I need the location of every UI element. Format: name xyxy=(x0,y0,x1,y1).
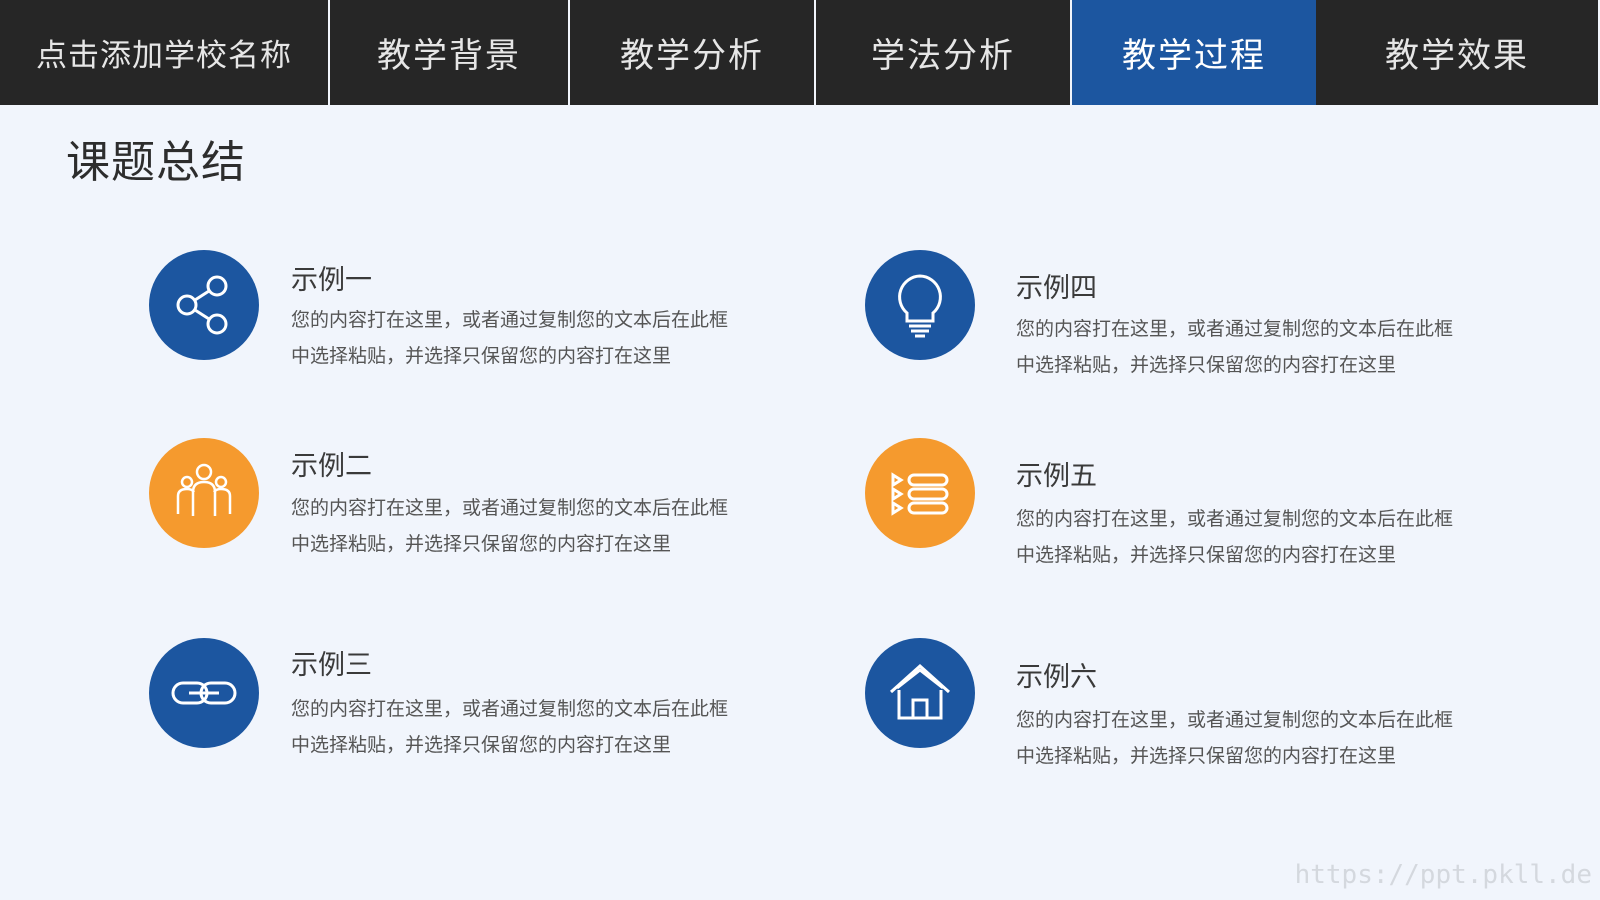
tab-teaching-effect[interactable]: 教学效果 xyxy=(1316,0,1600,105)
watermark: https://ppt.pkll.de xyxy=(1294,860,1592,890)
link-icon-badge xyxy=(149,638,259,748)
tab-teaching-analysis[interactable]: 教学分析 xyxy=(570,0,816,105)
item-desc-5: 您的内容打在这里，或者通过复制您的文本后在此框中选择粘贴，并选择只保留您的内容打… xyxy=(1016,508,1454,566)
item-title-3: 示例三 xyxy=(291,650,372,681)
item-desc-3: 您的内容打在这里，或者通过复制您的文本后在此框中选择粘贴，并选择只保留您的内容打… xyxy=(291,698,729,756)
item-title-4: 示例四 xyxy=(1016,273,1097,304)
item-desc-1: 您的内容打在这里，或者通过复制您的文本后在此框中选择粘贴，并选择只保留您的内容打… xyxy=(291,309,729,367)
list-icon xyxy=(891,472,949,516)
item-title-2: 示例二 xyxy=(291,451,372,482)
link-icon xyxy=(171,681,237,705)
lightbulb-icon-badge xyxy=(865,250,975,360)
tab-teaching-process[interactable]: 教学过程 xyxy=(1072,0,1316,105)
group-icon-badge xyxy=(149,438,259,548)
nav-school-name[interactable]: 点击添加学校名称 xyxy=(0,0,330,105)
share-icon xyxy=(176,275,228,335)
item-title-5: 示例五 xyxy=(1016,461,1097,492)
home-icon xyxy=(889,663,951,720)
item-title-6: 示例六 xyxy=(1016,662,1097,693)
list-icon-badge xyxy=(865,438,975,548)
item-desc-2: 您的内容打在这里，或者通过复制您的文本后在此框中选择粘贴，并选择只保留您的内容打… xyxy=(291,497,729,555)
top-nav: 点击添加学校名称 教学背景 教学分析 学法分析 教学过程 教学效果 xyxy=(0,0,1600,105)
home-icon-badge xyxy=(865,638,975,748)
item-desc-4: 您的内容打在这里，或者通过复制您的文本后在此框中选择粘贴，并选择只保留您的内容打… xyxy=(1016,318,1454,376)
page-title: 课题总结 xyxy=(66,137,246,188)
lightbulb-icon xyxy=(898,274,942,338)
tab-learning-analysis[interactable]: 学法分析 xyxy=(816,0,1072,105)
group-icon xyxy=(176,463,232,516)
item-desc-6: 您的内容打在这里，或者通过复制您的文本后在此框中选择粘贴，并选择只保留您的内容打… xyxy=(1016,709,1454,767)
item-title-1: 示例一 xyxy=(291,265,372,296)
share-icon-badge xyxy=(149,250,259,360)
tab-teaching-background[interactable]: 教学背景 xyxy=(330,0,570,105)
